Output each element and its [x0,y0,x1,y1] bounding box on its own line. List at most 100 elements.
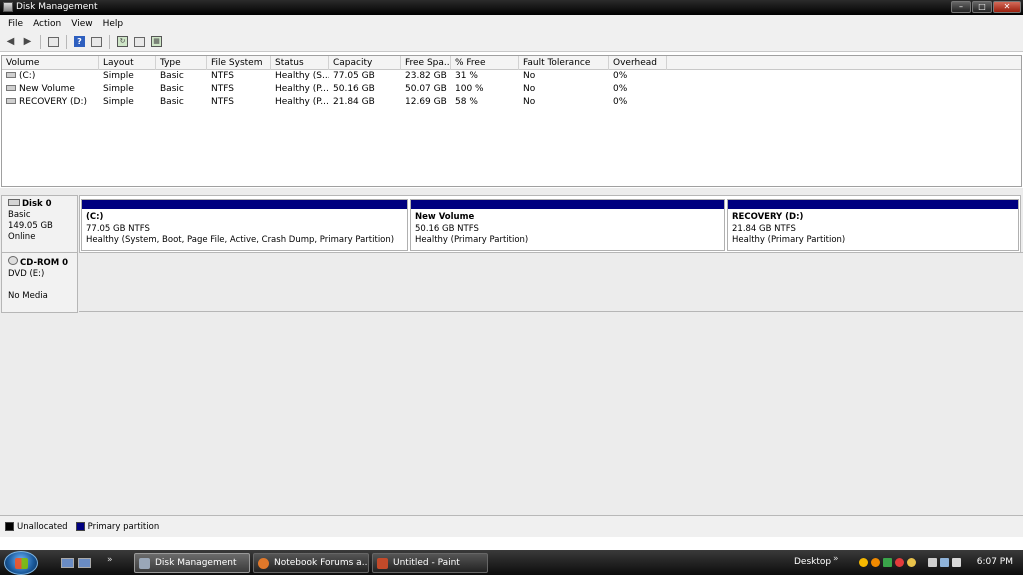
cdrom-type: DVD (E:) [8,269,45,279]
cell-status: Healthy (S... [275,71,329,81]
maximize-button[interactable]: □ [972,1,992,13]
minimize-button[interactable]: – [951,1,971,13]
cell-type: Basic [160,84,184,94]
legend-bar: Unallocated Primary partition [0,515,1023,537]
security-icon[interactable] [895,558,904,567]
network-status-icon[interactable] [883,558,892,567]
volume-icon[interactable] [952,558,961,567]
disk-0-label[interactable]: Disk 0 Basic 149.05 GB Online [1,195,78,255]
quick-launch-more[interactable]: » [107,555,113,565]
disk-size: 149.05 GB [8,221,53,231]
cdrom-0-label[interactable]: CD-ROM 0 DVD (E:) No Media [1,252,78,313]
update-icon[interactable] [907,558,916,567]
desktop-toolbar-more[interactable]: » [833,554,839,564]
column-volume[interactable]: Volume [2,56,99,70]
volume-list[interactable]: Volume Layout Type File System Status Ca… [1,55,1022,187]
paint-icon [377,558,388,569]
task-notebook-forums[interactable]: Notebook Forums a... [253,553,369,573]
column-fault-tolerance[interactable]: Fault Tolerance [519,56,609,70]
menu-action[interactable]: Action [28,19,66,29]
partition-name: (C:) [86,212,104,222]
window-title: Disk Management [16,2,98,12]
desktop-toolbar[interactable]: Desktop [794,557,831,567]
cell-percent-free: 31 % [455,71,478,81]
cell-free-space: 12.69 GB [405,97,447,107]
cell-fault-tolerance: No [523,71,536,81]
partition-size: 77.05 GB NTFS [86,223,150,234]
primary-partition-swatch [75,522,85,531]
drive-icon [6,72,16,78]
cdrom-0-area [79,252,1023,312]
column-file-system[interactable]: File System [207,56,271,70]
partition-recovery[interactable]: RECOVERY (D:) 21.84 GB NTFS Healthy (Pri… [727,199,1019,251]
disk-graphical-pane[interactable]: Disk 0 Basic 149.05 GB Online (C:) 77.05… [0,188,1023,515]
primary-partition-bar [728,200,1018,209]
partition-new-volume[interactable]: New Volume 50.16 GB NTFS Healthy (Primar… [410,199,725,251]
clock[interactable]: 6:07 PM [977,557,1013,567]
task-paint[interactable]: Untitled - Paint [372,553,488,573]
disk-type: Basic [8,210,31,220]
cell-percent-free: 58 % [455,97,478,107]
cd-rom-icon [8,256,18,265]
primary-partition-bar [411,200,724,209]
table-row[interactable]: RECOVERY (D:) Simple Basic NTFS Healthy … [2,96,1021,109]
column-overhead[interactable]: Overhead [609,56,667,70]
partition-size: 50.16 GB NTFS [415,223,479,234]
network-icon[interactable] [940,558,949,567]
column-status[interactable]: Status [271,56,329,70]
forward-arrow-icon[interactable]: ▶ [20,34,35,49]
cdrom-name: CD-ROM 0 [20,258,69,268]
menu-view[interactable]: View [66,19,97,29]
title-bar[interactable]: Disk Management – □ ✕ [0,0,1023,15]
drive-icon [6,98,16,104]
back-arrow-icon[interactable]: ◀ [3,34,18,49]
start-button[interactable] [4,551,38,575]
disk-status: Online [8,232,36,242]
column-capacity[interactable]: Capacity [329,56,401,70]
column-free-space[interactable]: Free Spa... [401,56,451,70]
properties-icon[interactable] [132,34,147,49]
partition-name: New Volume [415,212,475,222]
column-layout[interactable]: Layout [99,56,156,70]
show-hide-icon[interactable] [89,34,104,49]
cell-layout: Simple [103,97,134,107]
cell-file-system: NTFS [211,84,234,94]
messenger-icon[interactable] [859,558,868,567]
help-icon[interactable]: ? [72,34,87,49]
disk-management-app-icon [3,2,13,12]
rescan-icon[interactable]: ▦ [149,34,164,49]
refresh-icon[interactable]: ↻ [115,34,130,49]
show-desktop-icon[interactable] [61,558,74,568]
cell-fault-tolerance: No [523,97,536,107]
partition-status: Healthy (System, Boot, Page File, Active… [86,235,395,245]
menu-bar: File Action View Help [0,15,1023,32]
cell-layout: Simple [103,84,134,94]
column-percent-free[interactable]: % Free [451,56,519,70]
column-type[interactable]: Type [156,56,207,70]
cdrom-0-row[interactable]: CD-ROM 0 DVD (E:) No Media [0,252,1023,314]
table-row[interactable]: New Volume Simple Basic NTFS Healthy (P.… [2,83,1021,96]
toolbar-divider [66,34,67,49]
volume-list-header: Volume Layout Type File System Status Ca… [2,56,1021,70]
cell-overhead: 0% [613,71,628,81]
aim-icon[interactable] [871,558,880,567]
taskbar: » Disk Management Notebook Forums a... U… [0,550,1023,575]
cell-volume: (C:) [2,70,99,83]
console-tree-icon[interactable] [46,34,61,49]
partition-c[interactable]: (C:) 77.05 GB NTFS Healthy (System, Boot… [81,199,408,251]
menu-help[interactable]: Help [98,19,129,29]
disk-0-row[interactable]: Disk 0 Basic 149.05 GB Online (C:) 77.05… [0,195,1023,255]
menu-file[interactable]: File [3,19,28,29]
cell-volume: RECOVERY (D:) [2,96,99,109]
switch-windows-icon[interactable] [78,558,91,568]
power-icon[interactable] [928,558,937,567]
partition-status: Healthy (Primary Partition) [732,235,846,245]
table-row[interactable]: (C:) Simple Basic NTFS Healthy (S... 77.… [2,70,1021,83]
cell-overhead: 0% [613,84,628,94]
firefox-icon [258,558,269,569]
disk-management-icon [139,558,150,569]
close-button[interactable]: ✕ [993,1,1021,13]
cell-status: Healthy (P... [275,84,329,94]
cell-overhead: 0% [613,97,628,107]
task-disk-management[interactable]: Disk Management [134,553,250,573]
